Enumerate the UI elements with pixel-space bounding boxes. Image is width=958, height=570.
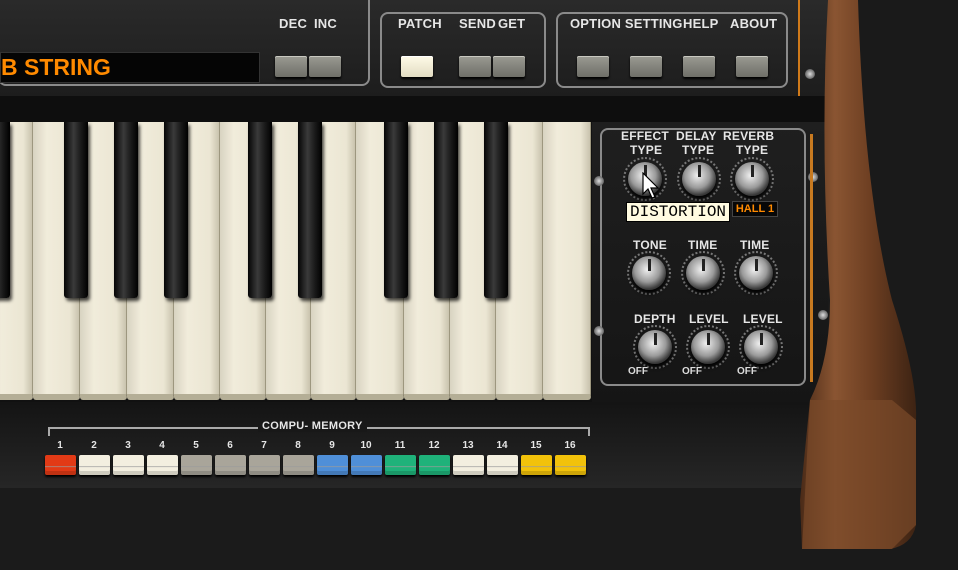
- black-key[interactable]: [248, 122, 272, 298]
- get-button[interactable]: [493, 56, 525, 77]
- delay-type-knob[interactable]: [682, 162, 716, 196]
- memory-button-14[interactable]: [487, 455, 518, 475]
- reverb-level-label: LEVEL: [743, 312, 783, 326]
- memory-button-11[interactable]: [385, 455, 416, 475]
- black-key[interactable]: [434, 122, 458, 298]
- mouse-pointer-icon: [642, 172, 660, 199]
- black-key[interactable]: [384, 122, 408, 298]
- memory-number-label: 6: [227, 440, 233, 451]
- memory-number-label: 5: [193, 440, 199, 451]
- delay-type-label-top: DELAY: [676, 129, 717, 143]
- depth-label: DEPTH: [634, 312, 676, 326]
- screw-icon: [594, 326, 604, 336]
- memory-button-2[interactable]: [79, 455, 110, 475]
- delay-type-label-bottom: TYPE: [682, 143, 715, 157]
- option-setting-label: OPTION SETTING: [570, 16, 683, 31]
- setting-button[interactable]: [630, 56, 662, 77]
- memory-number-label: 11: [394, 440, 406, 451]
- memory-number-label: 13: [462, 440, 474, 451]
- inc-label: INC: [314, 16, 337, 31]
- reverb-time-label: TIME: [740, 238, 770, 252]
- memory-button-4[interactable]: [147, 455, 178, 475]
- memory-button-1[interactable]: [45, 455, 76, 475]
- option-button[interactable]: [577, 56, 609, 77]
- depth-off-label: OFF: [628, 366, 648, 377]
- memory-button-16[interactable]: [555, 455, 586, 475]
- reverb-type-label-top: REVERB: [723, 129, 775, 143]
- delay-time-label: TIME: [688, 238, 718, 252]
- memory-number-label: 14: [496, 440, 508, 451]
- send-button[interactable]: [459, 56, 491, 77]
- memory-button-12[interactable]: [419, 455, 450, 475]
- reverb-type-display: HALL 1: [732, 201, 778, 217]
- reverb-type-knob[interactable]: [735, 162, 769, 196]
- memory-button-7[interactable]: [249, 455, 280, 475]
- patch-label: PATCH: [398, 16, 442, 31]
- memory-number-label: 15: [530, 440, 542, 451]
- memory-number-label: 9: [329, 440, 335, 451]
- tone-knob[interactable]: [632, 256, 666, 290]
- memory-number-label: 1: [57, 440, 63, 451]
- wood-side-panel: [800, 0, 917, 549]
- memory-button-15[interactable]: [521, 455, 552, 475]
- memory-button-8[interactable]: [283, 455, 314, 475]
- delay-level-knob[interactable]: [691, 330, 725, 364]
- inc-button[interactable]: [309, 56, 341, 77]
- patch-button[interactable]: [401, 56, 433, 77]
- reverb-time-knob[interactable]: [739, 256, 773, 290]
- help-label: HELP: [683, 16, 719, 31]
- delay-time-knob[interactable]: [686, 256, 720, 290]
- memory-number-label: 12: [428, 440, 440, 451]
- reverb-level-knob[interactable]: [744, 330, 778, 364]
- black-key[interactable]: [114, 122, 138, 298]
- memory-button-10[interactable]: [351, 455, 382, 475]
- black-key[interactable]: [298, 122, 322, 298]
- lower-body: [0, 488, 800, 570]
- tone-label: TONE: [633, 238, 667, 252]
- memory-number-label: 7: [261, 440, 267, 451]
- memory-number-label: 8: [295, 440, 301, 451]
- keyboard: [0, 122, 592, 402]
- about-label: ABOUT: [730, 16, 778, 31]
- memory-number-label: 10: [360, 440, 372, 451]
- memory-number-label: 2: [91, 440, 97, 451]
- depth-knob[interactable]: [638, 330, 672, 364]
- effect-type-label-bottom: TYPE: [630, 143, 663, 157]
- effect-type-label-top: EFFECT: [621, 129, 669, 143]
- get-label: GET: [498, 16, 526, 31]
- black-key[interactable]: [484, 122, 508, 298]
- reverb-type-label-bottom: TYPE: [736, 143, 769, 157]
- memory-button-5[interactable]: [181, 455, 212, 475]
- effect-type-tooltip: DISTORTION: [626, 202, 731, 222]
- dec-label: DEC: [279, 16, 308, 31]
- black-key[interactable]: [64, 122, 88, 298]
- memory-button-3[interactable]: [113, 455, 144, 475]
- about-button[interactable]: [736, 56, 768, 77]
- memory-number-label: 3: [125, 440, 131, 451]
- delay-level-off-label: OFF: [682, 366, 702, 377]
- send-label: SEND: [459, 16, 496, 31]
- memory-button-9[interactable]: [317, 455, 348, 475]
- delay-level-label: LEVEL: [689, 312, 729, 326]
- reverb-level-off-label: OFF: [737, 366, 757, 377]
- memory-number-label: 4: [159, 440, 165, 451]
- patch-name-display: B STRING: [0, 52, 260, 83]
- memory-number-label: 16: [564, 440, 576, 451]
- dec-button[interactable]: [275, 56, 307, 77]
- memory-button-6[interactable]: [215, 455, 246, 475]
- black-key[interactable]: [164, 122, 188, 298]
- help-button[interactable]: [683, 56, 715, 77]
- memory-title: COMPU- MEMORY: [258, 420, 367, 432]
- white-key[interactable]: [543, 122, 591, 400]
- black-key[interactable]: [0, 122, 10, 298]
- screw-icon: [594, 176, 604, 186]
- memory-button-13[interactable]: [453, 455, 484, 475]
